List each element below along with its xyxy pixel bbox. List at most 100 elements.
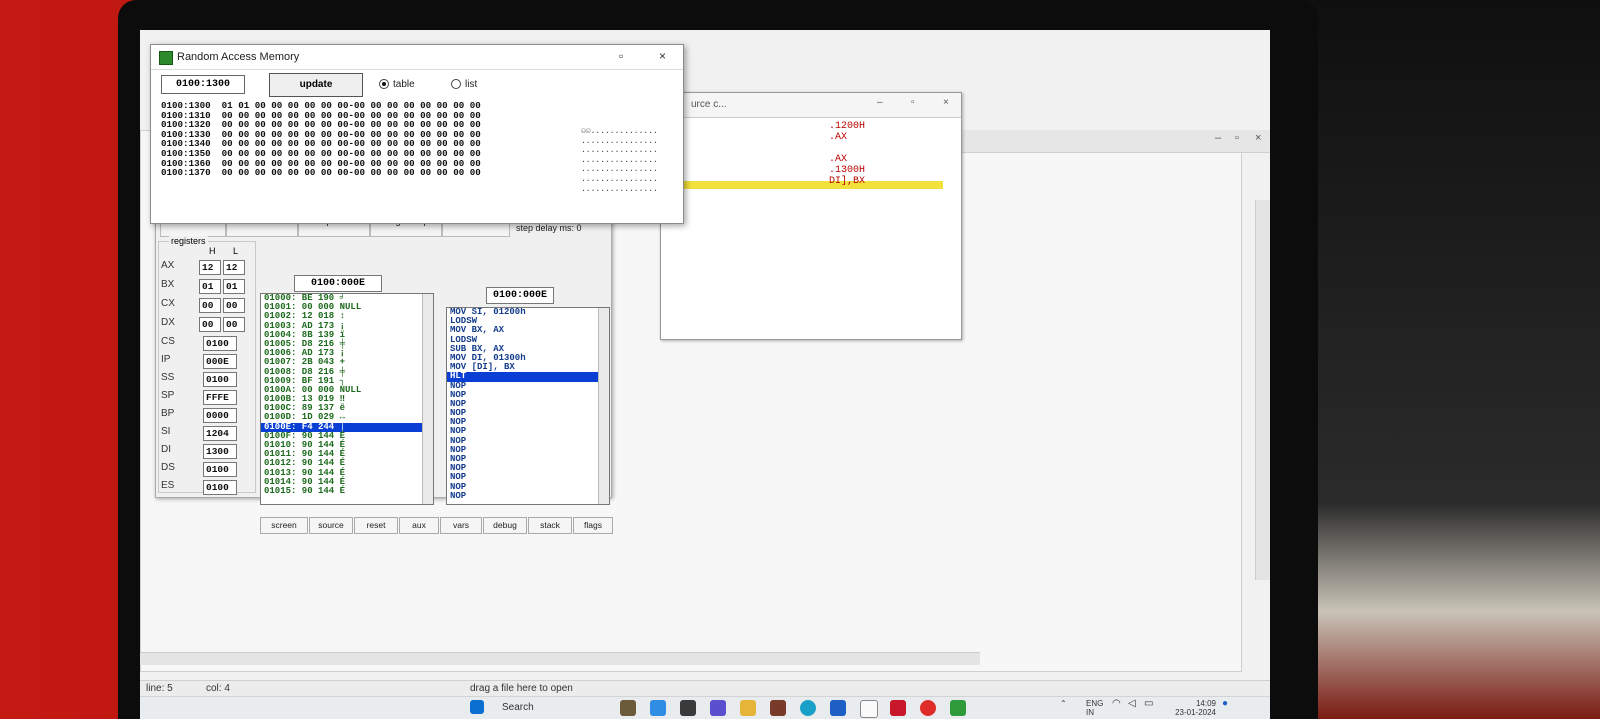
flags-button[interactable]: flags — [573, 517, 613, 534]
search-box[interactable]: Search — [502, 702, 534, 713]
disassembly-list-item[interactable]: MOV [DI], BX — [447, 362, 609, 372]
memory-ascii-row: ................ — [581, 184, 658, 194]
disasm-address-field[interactable]: 0100:000E — [486, 287, 554, 304]
disassembly-list-item[interactable]: NOP — [447, 463, 609, 473]
update-button[interactable]: update — [269, 73, 363, 97]
disassembly-list-item[interactable]: NOP — [447, 408, 609, 418]
app-icon[interactable] — [770, 700, 786, 716]
register-dx-high[interactable]: 00 — [199, 317, 221, 332]
disassembly-list-scrollbar[interactable] — [598, 308, 609, 504]
register-ip-value[interactable]: 000E — [203, 354, 237, 369]
memory-list[interactable]: 01000: BE 190 ╛ 01001: 00 000 NULL 01002: … — [260, 293, 434, 505]
register-name: ES — [161, 480, 175, 491]
debug-button[interactable]: debug — [483, 517, 527, 534]
register-cx-high[interactable]: 00 — [199, 298, 221, 313]
memory-dump-row[interactable]: 0100:1370 00 00 00 00 00 00 00 00-00 00 … — [161, 168, 481, 178]
ram-window-titlebar: Random Access Memory ▫ × — [151, 45, 683, 70]
memory-address-field[interactable]: 0100:000E — [294, 275, 382, 292]
status-bar: line: 5 col: 4 drag a file here to open — [140, 680, 1270, 697]
clock[interactable]: 14:09 23-01-2024 — [1170, 699, 1216, 717]
disassembly-list-item[interactable]: NOP — [447, 445, 609, 455]
register-di-value[interactable]: 1300 — [203, 444, 237, 459]
source-window-title: urce c... — [691, 99, 727, 110]
source-code-window: urce c... – ▫ × .1200H .AX .AX .1300H DI… — [660, 92, 962, 340]
col-indicator: col: 4 — [206, 683, 230, 694]
date: 23-01-2024 — [1175, 708, 1216, 717]
battery-icon[interactable]: ▭ — [1144, 699, 1153, 709]
close-icon[interactable]: × — [1255, 132, 1261, 144]
volume-icon[interactable]: ◁ — [1128, 699, 1136, 709]
close-icon[interactable]: × — [943, 97, 949, 108]
disassembly-list-item[interactable]: NOP — [447, 427, 609, 436]
disassembly-list-item[interactable]: NOP — [447, 381, 609, 391]
disassembly-list-item[interactable]: NOP — [447, 454, 609, 464]
copilot-icon[interactable] — [650, 700, 666, 716]
register-dx-low[interactable]: 00 — [223, 317, 245, 332]
wifi-icon[interactable]: ◠ — [1112, 699, 1121, 709]
disassembly-list-item[interactable]: ... — [447, 500, 609, 504]
ram-address-field[interactable]: 0100:1300 — [161, 75, 245, 94]
language-indicator[interactable]: ENG IN — [1086, 699, 1103, 717]
register-cx-low[interactable]: 00 — [223, 298, 245, 313]
vars-button[interactable]: vars — [440, 517, 482, 534]
disassembly-list[interactable]: MOV SI, 01200h LODSW MOV BX, AX LODSW SUB BX… — [446, 307, 610, 505]
maximize-icon[interactable]: ▫ — [1235, 132, 1239, 144]
source-button[interactable]: source — [309, 517, 353, 534]
disassembly-list-item[interactable]: NOP — [447, 399, 609, 409]
screen: – ▫ × urce c... – ▫ × .1200H .AX .AX .13… — [140, 30, 1270, 719]
memory-dump-table[interactable]: 0100:1300 01 01 00 00 00 00 00 00-00 00 … — [161, 101, 481, 178]
stack-button[interactable]: stack — [528, 517, 572, 534]
memory-list-item[interactable]: 01015: 90 144 É — [261, 486, 433, 496]
source-code-text[interactable]: .1200H .AX .AX .1300H DI],BX — [829, 121, 865, 187]
task-view-icon[interactable] — [680, 700, 696, 716]
start-icon[interactable] — [470, 700, 484, 714]
disassembly-list-item[interactable]: NOP — [447, 473, 609, 482]
tray-up-icon[interactable]: ⌃ — [1060, 699, 1067, 708]
maximize-icon[interactable]: ▫ — [911, 97, 915, 108]
emulator-icon[interactable] — [950, 700, 966, 716]
register-name: IP — [161, 354, 171, 365]
register-cs-value[interactable]: 0100 — [203, 336, 237, 351]
register-name: SP — [161, 390, 175, 401]
register-sp-value[interactable]: FFFE — [203, 390, 237, 405]
file-explorer-icon[interactable] — [740, 700, 756, 716]
memory-ascii-row: ................ — [581, 155, 658, 165]
register-bx-high[interactable]: 01 — [199, 279, 221, 294]
mcafee-icon[interactable] — [890, 700, 906, 716]
widget-icon[interactable] — [620, 700, 636, 716]
view-table-radio[interactable]: table — [379, 79, 415, 90]
disassembly-list-item[interactable]: NOP — [447, 482, 609, 492]
reset-button[interactable]: reset — [354, 517, 398, 534]
register-bx-low[interactable]: 01 — [223, 279, 245, 294]
edge-icon[interactable] — [800, 700, 816, 716]
maximize-icon[interactable]: ▫ — [619, 49, 623, 63]
editor-horizontal-scrollbar[interactable] — [140, 652, 980, 665]
screen-button[interactable]: screen — [260, 517, 308, 534]
disassembly-list-item[interactable]: NOP — [447, 436, 609, 446]
register-ds-value[interactable]: 0100 — [203, 462, 237, 477]
editor-vertical-scrollbar[interactable] — [1255, 200, 1270, 580]
register-es-value[interactable]: 0100 — [203, 480, 237, 495]
notification-icon[interactable]: ● — [1222, 699, 1228, 709]
disassembly-list-item[interactable]: NOP — [447, 491, 609, 501]
emulator-window: ▰Load ■reload ◀step back ▶single step ▶▶… — [155, 196, 613, 534]
view-list-radio[interactable]: list — [451, 79, 477, 90]
disassembly-list-item[interactable]: HLT — [447, 372, 609, 382]
register-bp-value[interactable]: 0000 — [203, 408, 237, 423]
teams-icon[interactable] — [710, 700, 726, 716]
memory-list-scrollbar[interactable] — [422, 294, 433, 504]
aux-button[interactable]: aux — [399, 517, 439, 534]
store-icon[interactable] — [830, 700, 846, 716]
disassembly-list-item[interactable]: NOP — [447, 418, 609, 427]
register-ax-high[interactable]: 12 — [199, 260, 221, 275]
disassembly-list-item[interactable]: NOP — [447, 390, 609, 400]
register-ax-low[interactable]: 12 — [223, 260, 245, 275]
minimize-icon[interactable]: – — [877, 97, 883, 108]
close-icon[interactable]: × — [659, 49, 666, 63]
opera-icon[interactable] — [920, 700, 936, 716]
notepad-icon[interactable] — [860, 700, 878, 718]
minimize-icon[interactable]: – — [1215, 132, 1221, 144]
register-ss-value[interactable]: 0100 — [203, 372, 237, 387]
memory-ascii-row: ................ — [581, 146, 658, 156]
register-si-value[interactable]: 1204 — [203, 426, 237, 441]
